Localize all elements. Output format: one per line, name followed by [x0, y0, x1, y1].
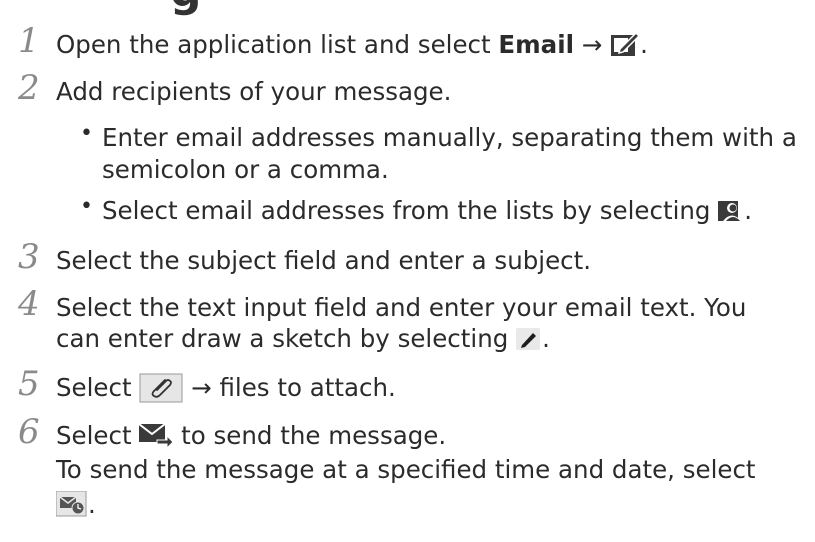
step-text-start: Select [56, 373, 140, 402]
step-text-start: Select [56, 421, 140, 450]
step-text: Add recipients of your message. [56, 77, 452, 106]
step-6-continuation: To send the message at a specified time … [56, 455, 756, 484]
bullet-text: Select email addresses from the lists by… [102, 196, 719, 225]
bullet-text: semicolon or a comma. [102, 155, 389, 184]
step-number: 2 [18, 68, 40, 108]
period: . [744, 196, 753, 225]
arrow: → [581, 30, 603, 59]
section-heading-partial: g [170, 0, 202, 17]
arrow: → [191, 373, 212, 402]
step-text-start: Open the application list and select [56, 30, 499, 59]
step-text: Open the application list and select Ema… [56, 30, 648, 64]
pen-icon [516, 327, 542, 357]
step-text-end: to send the message. [173, 421, 447, 450]
period: . [542, 324, 550, 353]
period: . [640, 30, 648, 59]
bullet-dot: • [80, 194, 93, 219]
step-6-continuation-icon: . [55, 490, 96, 523]
step-text: Select → files to attach. [56, 373, 396, 410]
step-4-continuation: can enter draw a sketch by selecting . [56, 324, 550, 357]
paperclip-icon [139, 373, 183, 410]
contacts-icon [718, 199, 744, 229]
step-text: can enter draw a sketch by selecting [56, 324, 517, 353]
step-text-end: files to attach. [211, 373, 396, 402]
step-number: 1 [18, 21, 40, 61]
step-text: Select the subject field and enter a sub… [56, 246, 592, 275]
step-text: To send the message at a specified time … [56, 455, 756, 484]
send-email-icon [138, 422, 175, 455]
compose-icon [610, 31, 641, 64]
step-text: Select the text input field and enter yo… [56, 293, 747, 322]
step-text: Select to send the message. [56, 421, 446, 455]
bullet-text: Enter email addresses manually, separati… [102, 123, 797, 152]
period: . [88, 490, 96, 519]
step-number: 5 [18, 364, 40, 404]
email-app-label: Email [498, 30, 574, 59]
bullet-text-wrap: Select email addresses from the lists by… [102, 196, 752, 229]
step-number: 6 [18, 412, 40, 452]
step-number: 3 [18, 237, 40, 277]
scheduled-send-icon [55, 490, 88, 523]
bullet-dot: • [80, 121, 93, 146]
step-number: 4 [18, 284, 40, 324]
